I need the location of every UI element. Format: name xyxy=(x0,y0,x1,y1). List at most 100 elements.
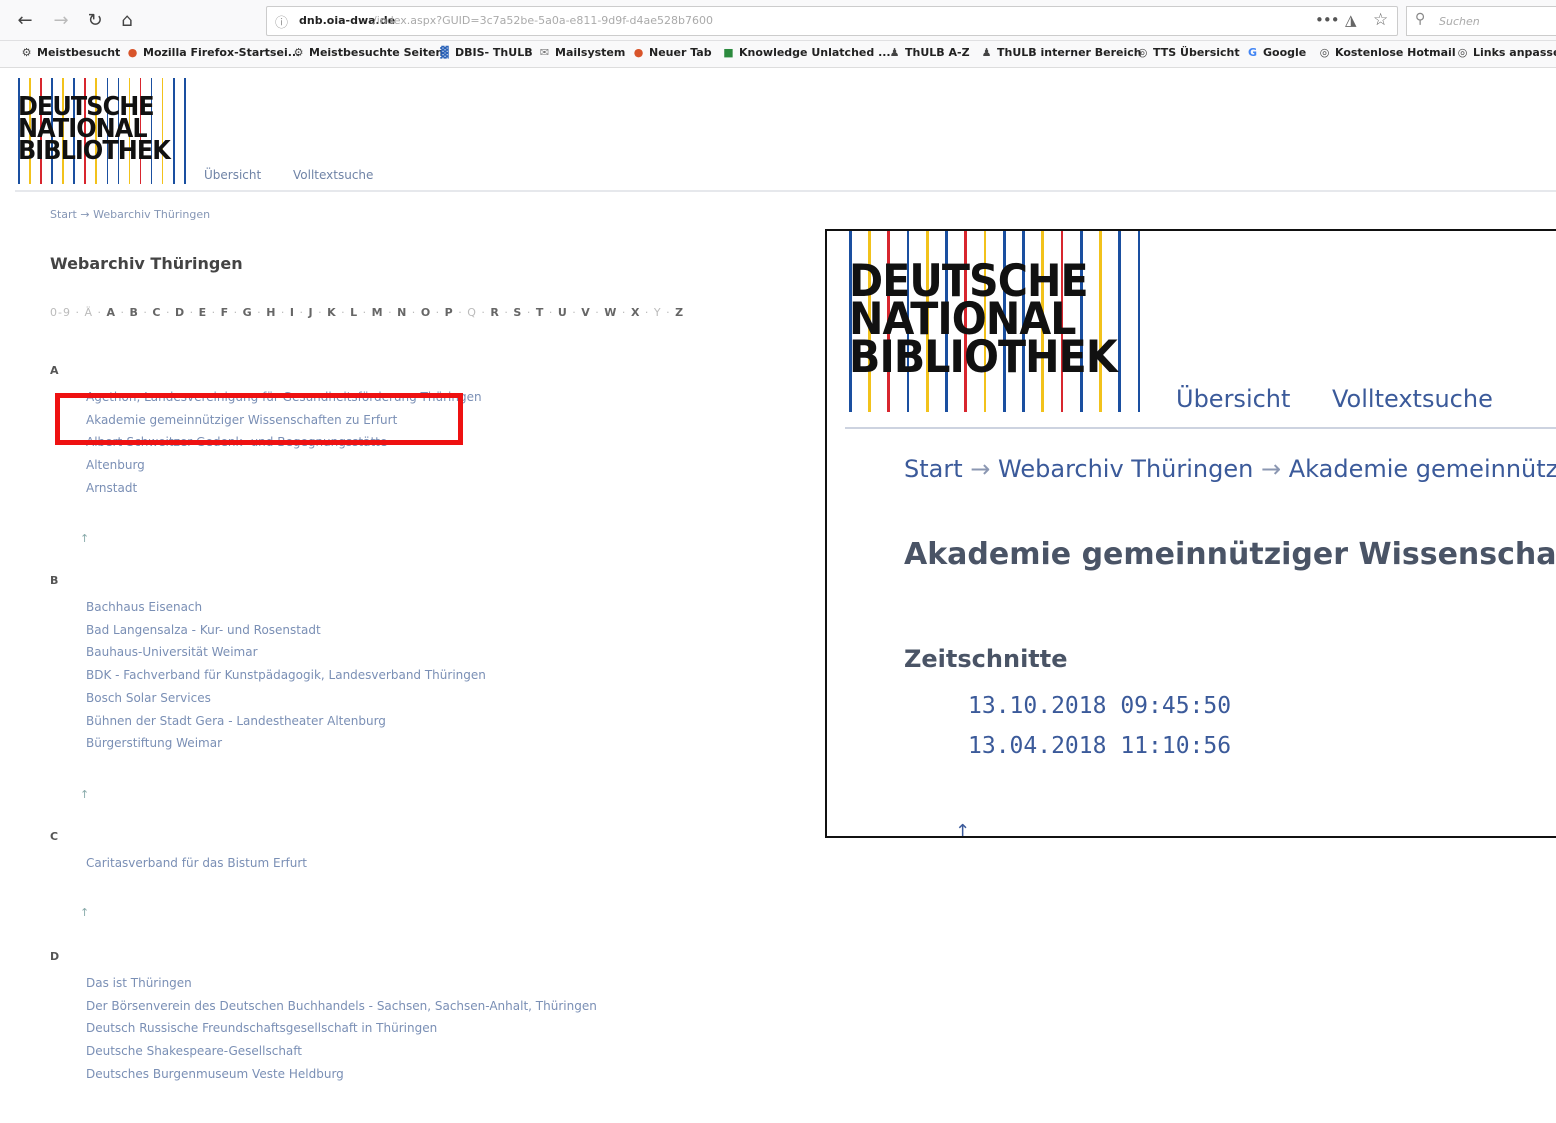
alphabet-separator: · xyxy=(590,306,605,319)
bookmark-item[interactable]: ◎ Kostenlose Hotmail xyxy=(1318,46,1456,59)
alphabet-link[interactable]: Q xyxy=(467,306,477,319)
bookmark-label: Meistbesuchte Seiten xyxy=(309,46,444,59)
home-icon[interactable]: ⌂ xyxy=(114,8,140,34)
bookmark-item[interactable]: ⚙ Meistbesucht xyxy=(20,46,121,59)
breadcrumb-arrow: → xyxy=(1261,455,1282,483)
nav-link-fulltext-search[interactable]: Volltextsuche xyxy=(293,168,373,182)
back-arrow-icon[interactable]: ← xyxy=(12,8,38,34)
bookmark-item[interactable]: ♟ ThULB A-Z xyxy=(888,46,970,59)
info-icon[interactable]: ⓘ xyxy=(275,12,288,31)
back-to-top-icon[interactable]: ↑ xyxy=(80,788,89,801)
archive-entry-link[interactable]: Deutsch Russische Freundschaftsgesellsch… xyxy=(86,1021,437,1035)
archive-entry-link[interactable]: Bühnen der Stadt Gera - Landestheater Al… xyxy=(86,714,386,728)
alphabet-link[interactable]: A xyxy=(107,306,117,319)
bookmark-item[interactable]: ◎ TTS Übersicht xyxy=(1136,46,1240,59)
bookmark-label: Meistbesucht xyxy=(37,46,121,59)
alphabet-link[interactable]: X xyxy=(631,306,640,319)
bookmark-item[interactable]: ⚙ Meistbesuchte Seiten xyxy=(292,46,444,59)
logo-stripe xyxy=(1099,231,1102,412)
mail-icon: ✉ xyxy=(539,46,550,59)
alphabet-link[interactable]: E xyxy=(199,306,208,319)
bookmark-label: DBIS- ThULB xyxy=(455,46,533,59)
alphabet-link[interactable]: P xyxy=(445,306,454,319)
archive-entry-link[interactable]: Bad Langensalza - Kur- und Rosenstadt xyxy=(86,623,321,637)
bookmark-item[interactable]: G Google xyxy=(1246,46,1306,59)
nav-link-fulltext-search-enlarged[interactable]: Volltextsuche xyxy=(1332,385,1493,413)
bookmark-item[interactable]: ● Neuer Tab xyxy=(632,46,712,59)
logo-stripe xyxy=(184,78,186,184)
bookmark-item[interactable]: ♟ ThULB interner Bereich xyxy=(980,46,1142,59)
alphabet-separator: · xyxy=(138,306,153,319)
forward-arrow-icon[interactable]: → xyxy=(48,8,74,34)
alphabet-link[interactable]: H xyxy=(266,306,276,319)
reload-icon[interactable]: ↻ xyxy=(82,8,108,34)
url-bar[interactable]: ⓘ dnb.oia-dwa.de /index.aspx?GUID=3c7a52… xyxy=(266,6,1398,36)
breadcrumb[interactable]: Start → Webarchiv Thüringen xyxy=(50,208,210,221)
alphabet-link[interactable]: F xyxy=(221,306,230,319)
dnb-logo-enlarged[interactable]: DEUTSCHE NATIONAL BIBLIOTHEK xyxy=(849,231,1141,412)
alphabet-separator: · xyxy=(295,306,309,319)
snapshot-link[interactable]: 13.04.2018 11:10:56 xyxy=(968,733,1231,759)
archive-entry-link[interactable]: Altenburg xyxy=(86,458,145,472)
archive-entry-link[interactable]: Der Börsenverein des Deutschen Buchhande… xyxy=(86,999,597,1013)
logo-text-3: BIBLIOTHEK xyxy=(18,136,171,166)
grid-icon: ▓ xyxy=(440,46,449,59)
section-letter: C xyxy=(50,830,59,843)
archive-entry-link[interactable]: BDK - Fachverband für Kunstpädagogik, La… xyxy=(86,668,486,682)
more-actions-icon[interactable]: ••• xyxy=(1315,11,1340,29)
bookmark-item[interactable]: ◎ Links anpassen xyxy=(1456,46,1556,59)
bookmark-item[interactable]: ▓ DBIS- ThULB xyxy=(438,46,533,59)
alphabet-link[interactable]: V xyxy=(581,306,591,319)
nav-link-overview[interactable]: Übersicht xyxy=(204,168,261,182)
alphabet-link[interactable]: D xyxy=(175,306,185,319)
alphabet-link[interactable]: B xyxy=(130,306,139,319)
alphabet-link[interactable]: O xyxy=(421,306,431,319)
search-input[interactable]: ⚲ Suchen xyxy=(1406,6,1556,36)
archive-entry-link[interactable]: Das ist Thüringen xyxy=(86,976,192,990)
archive-entry-link[interactable]: Bürgerstiftung Weimar xyxy=(86,736,222,750)
bookmark-label: ThULB interner Bereich xyxy=(997,46,1142,59)
bookmark-item[interactable]: ● Mozilla Firefox-Startsei... xyxy=(126,46,301,59)
archive-entry-link[interactable]: Bauhaus-Universität Weimar xyxy=(86,645,258,659)
archive-entry-link[interactable]: Deutsche Shakespeare-Gesellschaft xyxy=(86,1044,302,1058)
bookmark-star-icon[interactable]: ☆ xyxy=(1373,10,1388,30)
alphabet-link[interactable]: U xyxy=(558,306,568,319)
breadcrumb-arrow: → xyxy=(970,455,991,483)
alphabet-link[interactable]: 0-9 xyxy=(50,306,71,319)
snapshots-heading: Zeitschnitte xyxy=(904,645,1068,673)
alphabet-link[interactable]: M xyxy=(372,306,384,319)
logo-stripe xyxy=(161,78,164,184)
alphabet-separator: · xyxy=(453,306,468,319)
pocket-icon[interactable]: ◮ xyxy=(1345,11,1357,29)
alphabet-separator: · xyxy=(567,306,582,319)
breadcrumb-archive-link[interactable]: Webarchiv Thüringen xyxy=(998,455,1253,483)
alphabet-link[interactable]: W xyxy=(604,306,617,319)
back-to-top-icon[interactable]: ↑ xyxy=(80,532,89,545)
alphabet-link[interactable]: Z xyxy=(675,306,684,319)
alphabet-link[interactable]: S xyxy=(513,306,522,319)
alphabet-link[interactable]: Y xyxy=(654,306,662,319)
archive-entry-link[interactable]: Bachhaus Eisenach xyxy=(86,600,202,614)
archive-entry-link[interactable]: Arnstadt xyxy=(86,481,137,495)
alphabet-link[interactable]: G xyxy=(243,306,253,319)
back-to-top-icon[interactable]: ↑ xyxy=(80,906,89,919)
bookmark-item[interactable]: ■ Knowledge Unlatched ... xyxy=(722,46,890,59)
alphabet-link[interactable]: K xyxy=(327,306,337,319)
alphabet-link[interactable]: L xyxy=(350,306,358,319)
alphabet-link[interactable]: Ä xyxy=(84,306,93,319)
archive-entry-link[interactable]: Caritasverband für das Bistum Erfurt xyxy=(86,856,307,870)
dnb-logo[interactable]: DEUTSCHE NATIONAL BIBLIOTHEK xyxy=(18,78,186,184)
alphabet-link[interactable]: R xyxy=(490,306,499,319)
logo-stripe xyxy=(1137,231,1141,412)
alphabet-separator: · xyxy=(276,306,290,319)
browser-toolbar: ← → ↻ ⌂ ⓘ dnb.oia-dwa.de /index.aspx?GUI… xyxy=(0,0,1556,41)
snapshot-link[interactable]: 13.10.2018 09:45:50 xyxy=(968,693,1231,719)
bookmark-item[interactable]: ✉ Mailsystem xyxy=(538,46,625,59)
archive-entry-link[interactable]: Bosch Solar Services xyxy=(86,691,211,705)
back-to-top-icon[interactable]: ↑ xyxy=(955,821,970,836)
breadcrumb-start-link[interactable]: Start xyxy=(904,455,963,483)
alphabet-link[interactable]: N xyxy=(397,306,407,319)
archive-entry-link[interactable]: Deutsches Burgenmuseum Veste Heldburg xyxy=(86,1067,344,1081)
page-title: Webarchiv Thüringen xyxy=(50,254,243,273)
nav-link-overview-enlarged[interactable]: Übersicht xyxy=(1176,385,1290,413)
